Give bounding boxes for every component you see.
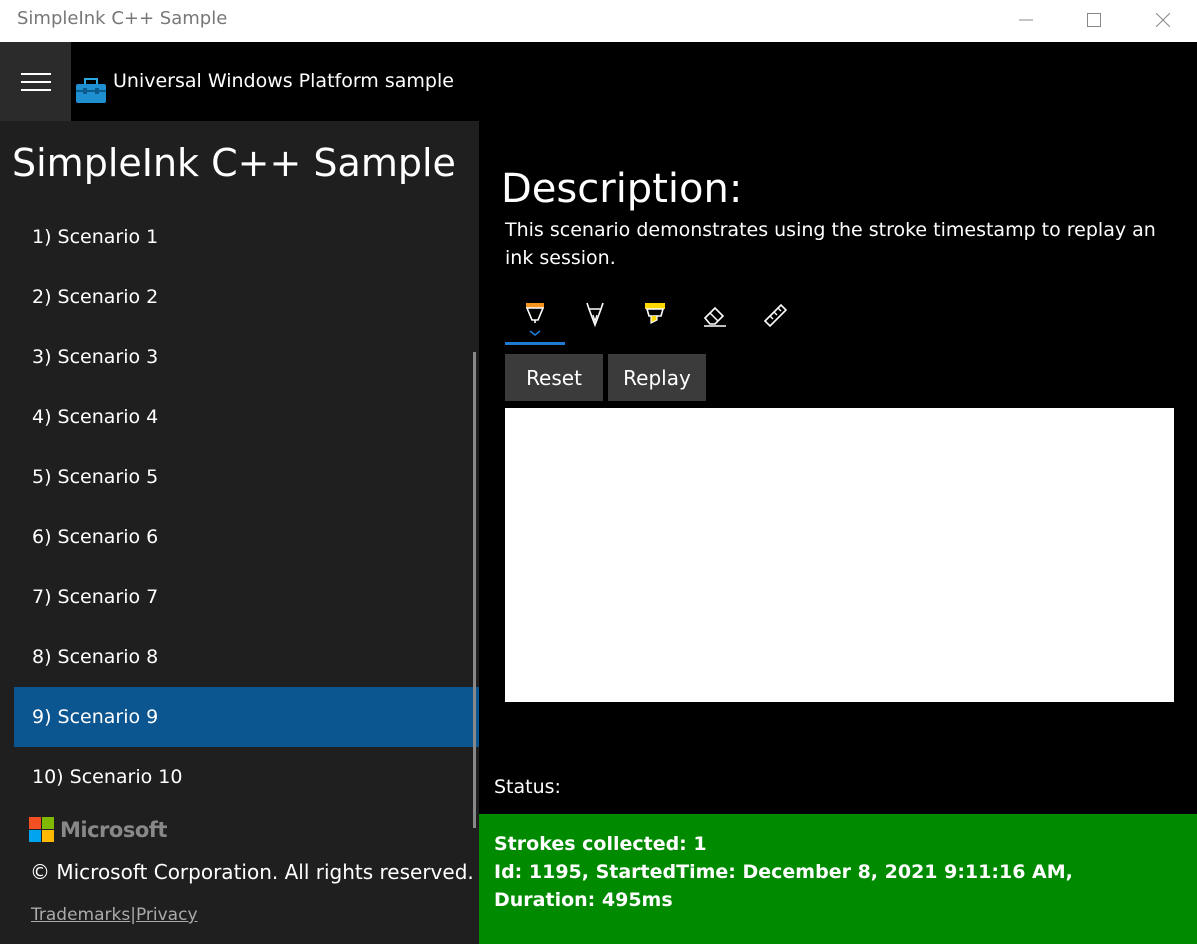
main-content: Description: This scenario demonstrates … bbox=[479, 121, 1197, 944]
sidebar-heading: SimpleInk C++ Sample bbox=[12, 141, 456, 185]
status-strokes-collected: Strokes collected: 1 bbox=[494, 833, 707, 855]
sidebar-item-scenario-9[interactable]: 9) Scenario 9 bbox=[14, 687, 479, 747]
sidebar-item-scenario-3[interactable]: 3) Scenario 3 bbox=[14, 327, 479, 387]
status-panel: Strokes collected: 1 Id: 1195, StartedTi… bbox=[479, 814, 1197, 944]
copyright-text: © Microsoft Corporation. All rights rese… bbox=[30, 860, 474, 884]
window-title: SimpleInk C++ Sample bbox=[17, 8, 228, 29]
description-text: This scenario demonstrates using the str… bbox=[505, 219, 1156, 269]
ballpoint-pen-icon bbox=[525, 303, 545, 337]
ruler-tool[interactable] bbox=[745, 295, 805, 345]
close-icon bbox=[1156, 13, 1170, 27]
eraser-tool[interactable] bbox=[685, 295, 745, 345]
ink-toolbar bbox=[505, 295, 805, 345]
microsoft-logo: Microsoft bbox=[29, 817, 167, 842]
app-title: Universal Windows Platform sample bbox=[113, 70, 454, 92]
microsoft-logo-icon bbox=[29, 817, 54, 842]
minimize-icon bbox=[1019, 19, 1033, 21]
privacy-link[interactable]: Privacy bbox=[136, 905, 198, 925]
trademarks-link[interactable]: Trademarks bbox=[31, 905, 130, 925]
replay-button[interactable]: Replay bbox=[608, 354, 706, 401]
sidebar-item-scenario-5[interactable]: 5) Scenario 5 bbox=[14, 447, 479, 507]
eraser-icon bbox=[703, 306, 726, 327]
ruler-icon bbox=[763, 303, 788, 328]
description-heading: Description: bbox=[501, 166, 743, 212]
highlighter-icon bbox=[645, 303, 665, 324]
pencil-icon bbox=[586, 302, 604, 328]
reset-button[interactable]: Reset bbox=[505, 354, 603, 401]
window-titlebar: SimpleInk C++ Sample bbox=[0, 0, 1197, 42]
pencil-tool[interactable] bbox=[565, 295, 625, 345]
hamburger-button[interactable] bbox=[0, 42, 71, 121]
sidebar-item-scenario-10[interactable]: 10) Scenario 10 bbox=[14, 747, 479, 807]
sidebar-item-scenario-1[interactable]: 1) Scenario 1 bbox=[14, 207, 479, 267]
scenario-list: 1) Scenario 1 2) Scenario 2 3) Scenario … bbox=[14, 207, 479, 807]
toolbox-icon bbox=[76, 78, 106, 103]
ballpoint-pen-tool[interactable] bbox=[505, 295, 565, 345]
status-label: Status: bbox=[494, 776, 561, 798]
sidebar-item-scenario-6[interactable]: 6) Scenario 6 bbox=[14, 507, 479, 567]
sidebar-scrollbar[interactable] bbox=[473, 352, 476, 828]
microsoft-wordmark: Microsoft bbox=[60, 817, 167, 842]
status-stroke-details: Id: 1195, StartedTime: December 8, 2021 … bbox=[494, 861, 1073, 911]
app-header: Universal Windows Platform sample bbox=[0, 42, 1197, 121]
minimize-button[interactable] bbox=[992, 0, 1060, 40]
hamburger-icon bbox=[20, 72, 51, 91]
sidebar-item-scenario-8[interactable]: 8) Scenario 8 bbox=[14, 627, 479, 687]
maximize-button[interactable] bbox=[1060, 0, 1128, 40]
close-button[interactable] bbox=[1129, 0, 1197, 40]
highlighter-tool[interactable] bbox=[625, 295, 685, 345]
sidebar-item-scenario-2[interactable]: 2) Scenario 2 bbox=[14, 267, 479, 327]
ink-canvas[interactable] bbox=[505, 408, 1174, 702]
maximize-icon bbox=[1087, 13, 1101, 27]
sidebar-item-scenario-4[interactable]: 4) Scenario 4 bbox=[14, 387, 479, 447]
sidebar-item-scenario-7[interactable]: 7) Scenario 7 bbox=[14, 567, 479, 627]
footer-links: Trademarks|Privacy bbox=[31, 905, 198, 925]
